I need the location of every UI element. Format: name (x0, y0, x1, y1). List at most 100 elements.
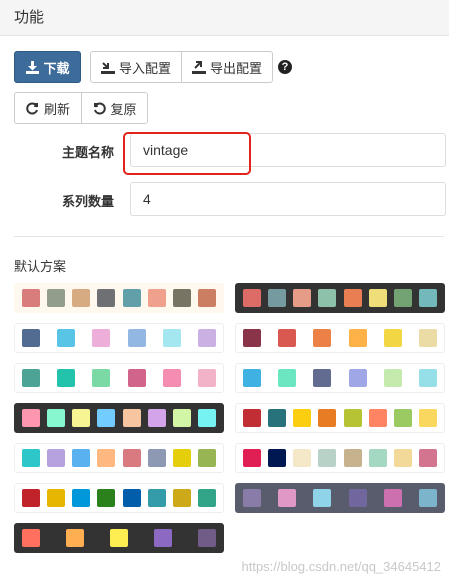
refresh-button[interactable]: 刷新 (14, 92, 82, 124)
color-swatch (318, 409, 337, 427)
color-swatch (243, 409, 261, 427)
color-swatch (147, 289, 166, 307)
color-swatch (418, 289, 437, 307)
color-scheme-option[interactable] (14, 403, 224, 433)
color-swatch (197, 369, 216, 387)
color-scheme-option[interactable] (14, 483, 224, 513)
import-config-label: 导入配置 (118, 60, 171, 76)
color-swatch (110, 529, 128, 547)
color-swatch (197, 409, 216, 427)
color-swatch (154, 529, 172, 547)
download-label: 下载 (43, 60, 70, 76)
color-swatch (197, 289, 216, 307)
color-swatch (318, 289, 337, 307)
color-swatch (418, 449, 437, 467)
color-swatch (72, 289, 91, 307)
refresh-icon (26, 101, 40, 115)
color-swatch (268, 409, 287, 427)
color-swatch (197, 449, 216, 467)
color-swatch (22, 529, 40, 547)
color-swatch (383, 489, 402, 507)
color-swatch (393, 449, 412, 467)
color-swatch (293, 289, 312, 307)
color-scheme-option[interactable] (14, 323, 224, 353)
color-swatch (278, 369, 297, 387)
color-swatch (122, 409, 141, 427)
refresh-label: 刷新 (43, 101, 70, 117)
color-swatch (418, 409, 437, 427)
export-config-label: 导出配置 (209, 60, 262, 76)
color-swatch (122, 489, 141, 507)
color-swatch (22, 449, 40, 467)
color-swatch (172, 449, 191, 467)
color-scheme-option[interactable] (14, 443, 224, 473)
color-scheme-option[interactable] (235, 483, 445, 513)
color-swatch (22, 289, 40, 307)
color-swatch (348, 489, 367, 507)
color-scheme-option[interactable] (235, 363, 445, 393)
panel-header: 功能 (0, 0, 449, 36)
color-swatch (313, 369, 332, 387)
color-swatch (72, 489, 91, 507)
color-swatch (47, 289, 66, 307)
color-swatch (243, 489, 261, 507)
restore-button[interactable]: 复原 (81, 92, 148, 124)
color-swatch (172, 489, 191, 507)
color-swatch (22, 409, 40, 427)
help-icon[interactable]: ? (278, 60, 292, 74)
color-scheme-option[interactable] (235, 403, 445, 433)
color-swatch (268, 449, 287, 467)
import-config-button[interactable]: 导入配置 (90, 51, 182, 83)
theme-name-input[interactable]: vintage (130, 133, 446, 167)
color-swatch (313, 329, 332, 347)
color-swatch (47, 409, 66, 427)
undo-icon (92, 101, 106, 115)
color-scheme-option[interactable] (14, 523, 224, 553)
color-swatch (393, 409, 412, 427)
color-swatch (122, 449, 141, 467)
color-swatch (172, 409, 191, 427)
color-scheme-option[interactable] (14, 283, 224, 313)
color-swatch (243, 289, 261, 307)
series-count-label: 系列数量 (61, 194, 114, 209)
color-swatch (66, 529, 84, 547)
color-swatch (92, 369, 111, 387)
color-scheme-option[interactable] (235, 443, 445, 473)
color-swatch (243, 449, 261, 467)
color-swatch (57, 329, 76, 347)
color-swatch (393, 289, 412, 307)
color-scheme-option[interactable] (14, 363, 224, 393)
theme-name-label: 主题名称 (61, 145, 114, 160)
color-swatch (198, 529, 216, 547)
color-swatch (147, 449, 166, 467)
restore-label: 复原 (110, 101, 137, 117)
color-swatch (72, 409, 91, 427)
download-icon (25, 60, 39, 74)
color-scheme-option[interactable] (235, 323, 445, 353)
color-swatch (368, 449, 387, 467)
color-swatch (162, 369, 181, 387)
color-swatch (243, 369, 261, 387)
color-swatch (172, 289, 191, 307)
color-swatch (92, 329, 111, 347)
color-swatch (368, 289, 387, 307)
color-swatch (268, 289, 287, 307)
color-swatch (147, 409, 166, 427)
series-count-input[interactable]: 4 (130, 182, 446, 216)
color-swatch (97, 289, 116, 307)
color-swatch (197, 329, 216, 347)
color-swatch (348, 329, 367, 347)
color-swatch (197, 489, 216, 507)
color-swatch (147, 489, 166, 507)
download-button[interactable]: 下载 (14, 51, 81, 83)
color-scheme-option[interactable] (235, 283, 445, 313)
export-config-button[interactable]: 导出配置 (181, 51, 273, 83)
watermark-text: https://blog.csdn.net/qq_34645412 (241, 559, 442, 574)
color-swatch (47, 449, 66, 467)
color-swatch (22, 489, 40, 507)
export-icon (191, 60, 206, 74)
color-swatch (343, 409, 362, 427)
color-swatch (313, 489, 332, 507)
color-swatch (127, 369, 146, 387)
color-swatch (418, 329, 437, 347)
